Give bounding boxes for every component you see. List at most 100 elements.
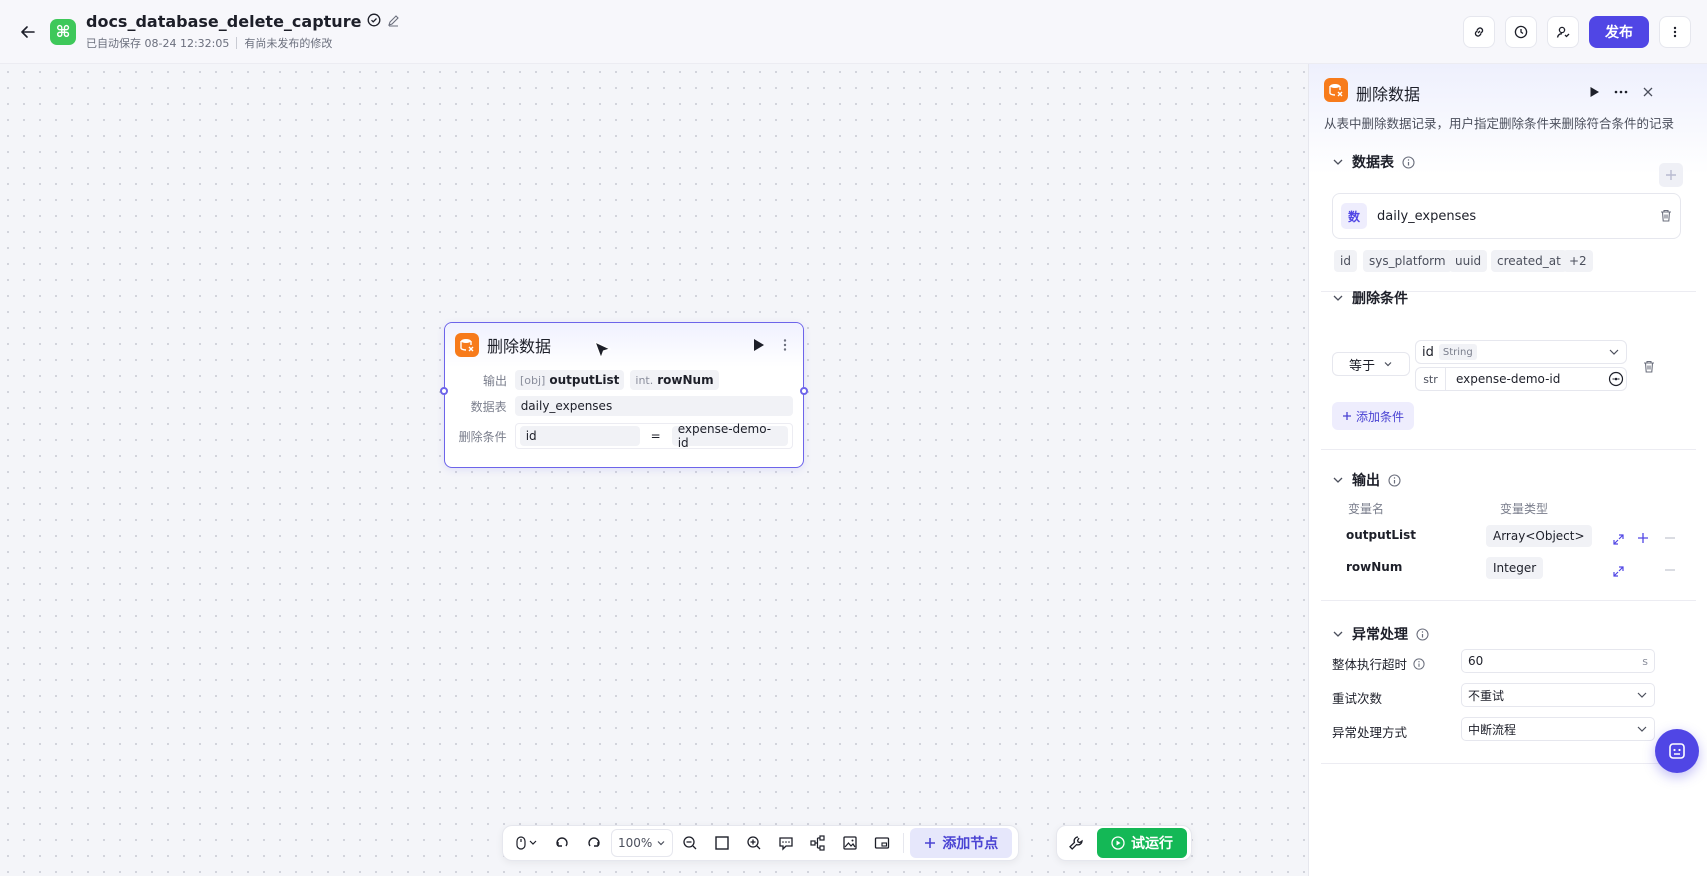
operator-select[interactable]: 等于 [1332,352,1410,376]
expand-icon[interactable] [1613,562,1624,581]
add-node-button[interactable]: 添加节点 [910,828,1013,858]
auto-layout-icon[interactable] [803,829,833,857]
column-chip-more[interactable]: +2 [1563,250,1593,272]
plus-icon[interactable] [1637,529,1649,548]
assistant-bot-icon[interactable] [1655,729,1699,773]
condition-value: expense-demo-id [671,422,788,450]
zoom-in-icon[interactable] [739,829,769,857]
table-label: 数据表 [470,399,507,414]
retry-select[interactable]: 不重试 [1461,683,1655,707]
info-icon [1402,155,1415,169]
test-run-button[interactable]: 试运行 [1097,828,1187,858]
section-divider [1321,449,1696,450]
collaborator-icon[interactable] [1547,16,1579,48]
error-section-header[interactable]: 异常处理 [1332,624,1429,644]
chevron-down-icon [1333,295,1343,301]
minus-icon[interactable] [1664,529,1676,548]
publish-button[interactable]: 发布 [1589,16,1649,48]
table-badge: 数 [1341,203,1367,229]
trash-icon[interactable] [1643,358,1655,377]
info-icon [1413,657,1425,670]
workflow-canvas[interactable] [0,64,1308,876]
image-icon[interactable] [835,829,865,857]
var-type-header: 变量类型 [1500,502,1549,516]
chevron-down-icon [657,841,665,846]
mouse-mode-icon[interactable] [509,829,545,857]
more-vertical-icon[interactable] [783,337,787,356]
condition-value-input[interactable]: str expense-demo-id [1415,367,1627,391]
delete-data-node[interactable]: 删除数据 输出 [obj] outputList int. rowNum 数据表 d… [444,322,804,468]
play-icon[interactable] [1589,83,1600,102]
add-node-label: 添加节点 [942,836,999,852]
close-icon[interactable] [1642,83,1654,102]
output-tag: [obj] outputList [515,370,625,390]
output-var-type: Integer [1486,557,1544,579]
edit-pencil-icon[interactable] [387,12,400,31]
variable-reference-icon [1608,371,1624,387]
input-port[interactable] [440,387,448,395]
column-chip: created_at [1491,250,1567,272]
comment-icon[interactable] [771,829,801,857]
minus-icon[interactable] [1664,561,1676,580]
output-section-header[interactable]: 输出 [1332,470,1401,490]
chevron-down-icon [1333,631,1343,637]
redo-icon[interactable] [579,829,609,857]
table-section-header[interactable]: 数据表 [1332,152,1415,172]
retry-value: 不重试 [1468,688,1505,703]
output-var-type: Array<Object> [1486,525,1592,547]
section-title: 异常处理 [1352,627,1408,643]
autosave-status: 已自动保存 08-24 12:32:05 [86,37,230,50]
column-chip: sys_platform [1363,250,1452,272]
error-mode-label: 异常处理方式 [1332,725,1408,740]
link-icon[interactable] [1463,16,1495,48]
more-vertical-icon[interactable] [1659,16,1691,48]
section-title: 删除条件 [1352,291,1408,307]
column-chip: uuid [1449,250,1488,272]
error-mode-select[interactable]: 中断流程 [1461,717,1655,741]
condition-label: 删除条件 [458,429,507,444]
mouse-cursor-icon [593,340,613,366]
play-icon[interactable] [752,337,765,356]
value-text: expense-demo-id [1456,372,1561,386]
table-name: daily_expenses [1377,208,1477,224]
database-delete-icon [455,333,479,357]
fit-view-icon[interactable] [707,829,737,857]
back-arrow-icon[interactable] [14,18,42,46]
condition-field-select[interactable]: id String [1415,340,1627,364]
timeout-label: 整体执行超时 [1332,654,1425,673]
node-table-row: 数据表 daily_expenses [445,393,803,419]
table-value: daily_expenses [514,396,793,416]
history-clock-icon[interactable] [1505,16,1537,48]
run-toolbar: 试运行 [1056,825,1192,861]
minimap-icon[interactable] [867,829,897,857]
canvas-toolbar: 100% 添加节点 [502,825,1020,861]
trash-icon[interactable] [1660,207,1672,226]
unpublished-status: 有尚未发布的修改 [244,37,333,50]
plus-icon [925,838,936,848]
database-delete-icon [1324,78,1348,102]
output-port[interactable] [800,387,808,395]
output-label: 输出 [482,373,507,388]
node-output-row: 输出 [obj] outputList int. rowNum [445,367,803,393]
condition-section-header[interactable]: 删除条件 [1332,288,1408,308]
zoom-select[interactable]: 100% [611,829,674,857]
operator-value: 等于 [1348,358,1375,374]
zoom-out-icon[interactable] [675,829,705,857]
timeout-input[interactable]: 60 s [1461,649,1655,673]
output-tag: int. rowNum [630,370,719,390]
node-title: 删除数据 [487,337,552,356]
test-run-label: 试运行 [1131,836,1173,852]
plus-icon [1666,170,1676,180]
expand-icon[interactable] [1613,530,1624,549]
section-title: 数据表 [1352,155,1394,171]
add-table-button[interactable] [1659,163,1683,187]
undo-icon[interactable] [547,829,577,857]
output-var-name: outputList [1346,528,1417,542]
debug-wrench-icon[interactable] [1061,829,1091,857]
add-condition-button[interactable]: 添加条件 [1332,402,1415,430]
more-horizontal-icon[interactable] [1613,83,1629,102]
divider [236,37,238,49]
selected-table-card: 数 daily_expenses [1332,193,1681,239]
timeout-value: 60 [1468,654,1484,668]
title-block: docs_database_delete_capture 已自动保存 08-24… [86,12,400,51]
